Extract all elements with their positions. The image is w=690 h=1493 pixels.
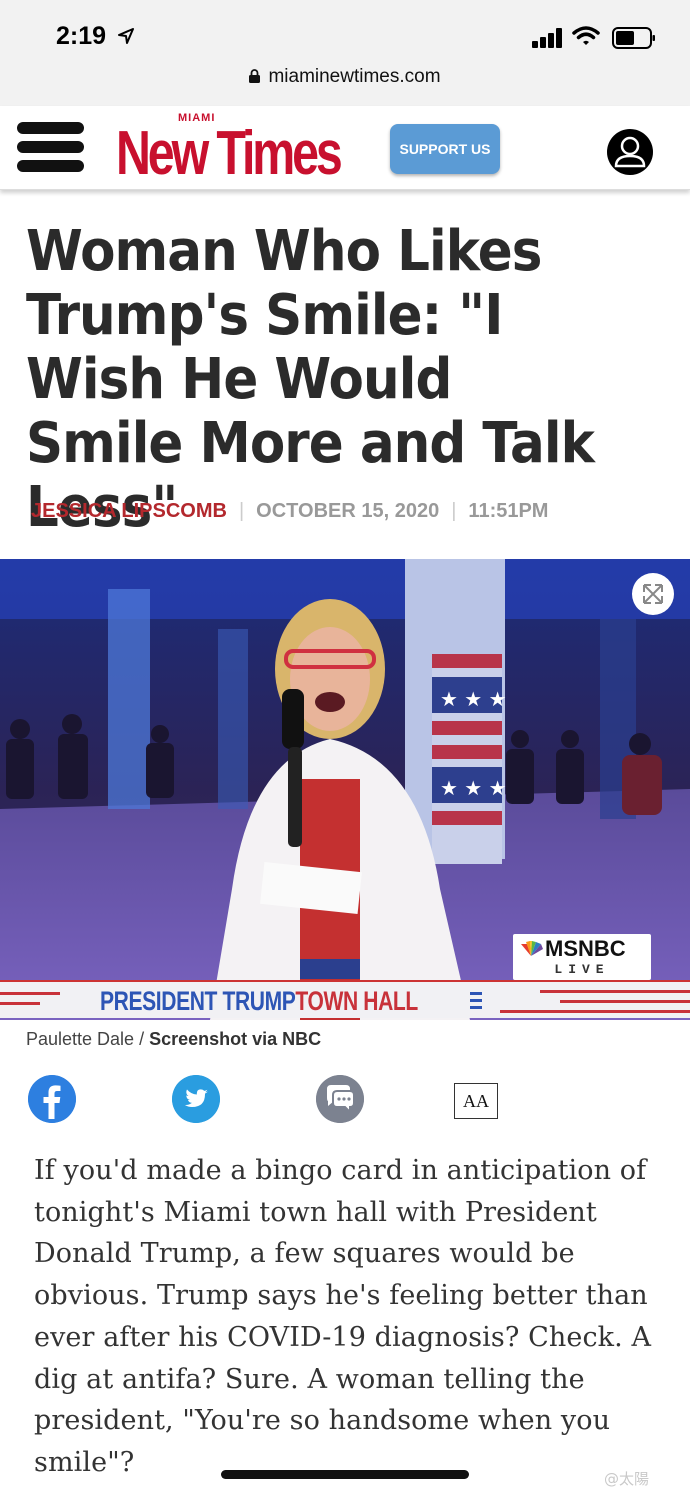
article-date: OCTOBER 15, 2020 [256,500,440,522]
msnbc-live-bug: MSNBC LIVE [513,934,651,980]
facebook-share-icon[interactable] [28,1075,76,1123]
network-name: MSNBC [545,936,626,961]
hamburger-menu-icon[interactable] [17,122,84,174]
status-bar: 2:19 miaminewtimes.com [0,0,690,106]
site-logo[interactable]: MIAMI New Times [116,110,366,188]
byline-divider: | [451,500,457,522]
author-link[interactable]: JESSICA LIPSCOMB [31,500,227,522]
text-size-button[interactable]: AA [454,1083,498,1119]
location-arrow-icon [118,28,134,44]
banner-title: PRESIDENT TRUMPTOWN HALL [100,986,418,1017]
wifi-icon [572,26,600,45]
address-bar[interactable]: miaminewtimes.com [0,66,690,88]
cellular-signal-icon [532,28,562,48]
svg-text:★ ★ ★: ★ ★ ★ [440,687,507,711]
user-account-icon[interactable] [606,128,654,176]
twitter-share-icon[interactable] [172,1075,220,1123]
svg-text:★ ★ ★: ★ ★ ★ [440,776,507,800]
banner-title-part1: PRESIDENT TRUMP [100,986,296,1016]
site-header: MIAMI New Times SUPPORT US [0,106,690,190]
comment-icon[interactable] [316,1075,364,1123]
town-hall-banner: PRESIDENT TRUMPTOWN HALL [0,980,690,1018]
expand-image-icon[interactable] [631,572,675,616]
status-time: 2:19 [56,22,107,50]
nbc-peacock-icon [521,941,543,956]
banner-title-part2: TOWN HALL [295,986,418,1016]
lock-icon [249,69,261,83]
article-headline: Woman Who Likes Trump's Smile: "I Wish H… [26,219,595,540]
home-indicator[interactable] [221,1470,469,1479]
support-us-button[interactable]: SUPPORT US [390,124,500,174]
watermark: @太陽 [604,1470,650,1488]
url-text: miaminewtimes.com [268,66,441,87]
logo-main-text: New Times [116,119,343,188]
live-label: LIVE [554,962,610,977]
caption-person: Paulette Dale / [26,1029,150,1049]
image-caption: Paulette Dale / Screenshot via NBC [26,1029,321,1050]
byline-divider: | [238,500,245,522]
article-body: If you'd made a bingo card in anticipati… [34,1155,652,1478]
battery-icon [612,27,655,49]
caption-source: Screenshot via NBC [149,1029,322,1049]
article-time: 11:51PM [468,500,549,522]
article-byline: JESSICA LIPSCOMB | OCTOBER 15, 2020 | 11:51P… [31,500,548,523]
